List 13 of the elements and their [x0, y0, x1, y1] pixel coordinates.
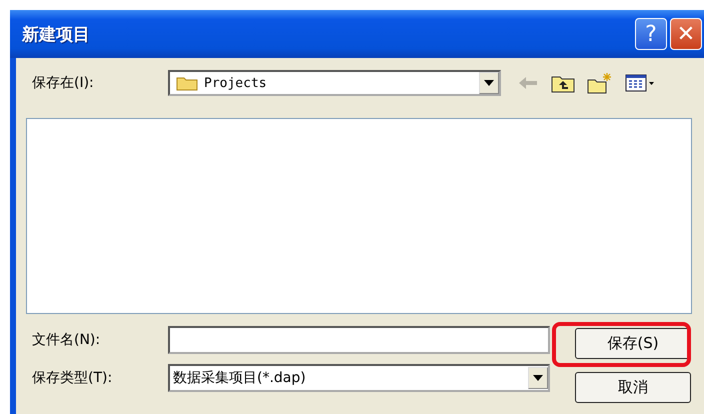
- window-title: 新建项目: [22, 24, 91, 46]
- file-type-label: 保存类型(T):: [31, 369, 114, 387]
- save-in-dropdown[interactable]: Projects: [168, 70, 501, 96]
- file-name-field[interactable]: [168, 326, 550, 354]
- close-button[interactable]: ✕: [670, 18, 702, 50]
- view-menu-icon[interactable]: [625, 74, 655, 92]
- folder-icon: [176, 75, 198, 91]
- save-in-label: 保存在(I):: [31, 74, 95, 92]
- help-button[interactable]: ?: [635, 18, 667, 50]
- file-type-dropdown[interactable]: 数据采集项目(*.dap): [168, 364, 550, 392]
- cancel-button[interactable]: 取消: [575, 372, 691, 403]
- new-folder-icon[interactable]: [587, 72, 613, 94]
- file-name-label: 文件名(N):: [31, 331, 102, 349]
